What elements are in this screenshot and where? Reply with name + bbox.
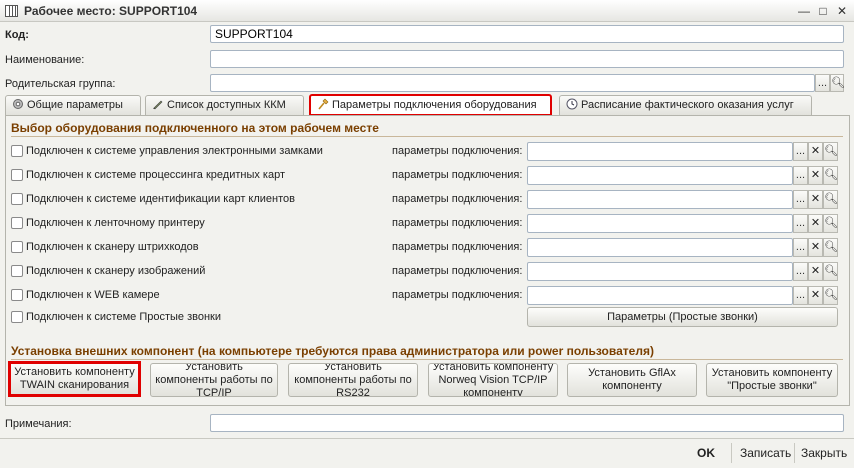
close-icon[interactable]: ✕ bbox=[834, 3, 850, 19]
code-field[interactable]: SUPPORT104 bbox=[210, 25, 844, 43]
equipment-checkbox[interactable] bbox=[11, 193, 23, 205]
close-button[interactable]: Закрыть bbox=[801, 446, 847, 460]
equipment-label: Подключен к WEB камере bbox=[26, 289, 160, 301]
notes-label: Примечания: bbox=[5, 418, 72, 430]
search-icon[interactable]: 🔍︎ bbox=[823, 238, 838, 257]
equipment-label: Подключен к ленточному принтеру bbox=[26, 217, 205, 229]
equipment-checkbox[interactable] bbox=[11, 217, 23, 229]
connection-params-field[interactable] bbox=[527, 238, 793, 257]
search-icon[interactable]: 🔍︎ bbox=[823, 262, 838, 281]
equipment-group-divider bbox=[11, 136, 843, 137]
install-simple-calls-button[interactable]: Установить компоненту "Простые звонки" bbox=[706, 363, 838, 397]
pen-icon bbox=[152, 98, 164, 110]
search-icon[interactable]: 🔍︎ bbox=[823, 166, 838, 185]
title-bar: Рабочее место: SUPPORT104 — □ ✕ bbox=[0, 0, 854, 22]
tab-services-schedule[interactable]: Расписание фактического оказания услуг bbox=[559, 95, 812, 115]
equipment-label: Подключен к системе Простые звонки bbox=[26, 311, 221, 323]
parent-group-field[interactable] bbox=[210, 74, 815, 92]
select-button[interactable]: ... bbox=[793, 262, 808, 281]
footer-separator bbox=[794, 443, 795, 463]
params-label: параметры подключения: bbox=[392, 289, 523, 301]
tab-equipment-params[interactable]: Параметры подключения оборудования bbox=[309, 94, 552, 116]
select-button[interactable]: ... bbox=[793, 142, 808, 161]
install-twain-button[interactable]: Установить компоненту TWAIN сканирования bbox=[8, 361, 141, 397]
gear-icon bbox=[12, 98, 24, 110]
footer-separator bbox=[731, 443, 732, 463]
params-label: параметры подключения: bbox=[392, 193, 523, 205]
clear-icon[interactable]: ✕ bbox=[808, 142, 823, 161]
clear-icon[interactable]: ✕ bbox=[808, 190, 823, 209]
tab-label: Список доступных ККМ bbox=[167, 99, 286, 111]
equipment-label: Подключен к сканеру штрихкодов bbox=[26, 241, 199, 253]
connection-params-field[interactable] bbox=[527, 286, 793, 305]
params-label: параметры подключения: bbox=[392, 265, 523, 277]
footer-divider bbox=[0, 438, 854, 439]
connection-params-field[interactable] bbox=[527, 166, 793, 185]
select-button[interactable]: ... bbox=[793, 190, 808, 209]
equipment-label: Подключен к системе управления электронн… bbox=[26, 145, 323, 157]
install-norweq-button[interactable]: Установить компоненту Norweq Vision TCP/… bbox=[428, 363, 558, 397]
tab-label: Расписание фактического оказания услуг bbox=[581, 99, 794, 111]
equipment-label: Подключен к системе идентификации карт к… bbox=[26, 193, 295, 205]
install-gflax-button[interactable]: Установить GflAx компоненту bbox=[567, 363, 697, 397]
equipment-checkbox[interactable] bbox=[11, 289, 23, 301]
clear-icon[interactable]: ✕ bbox=[808, 286, 823, 305]
equipment-checkbox[interactable] bbox=[11, 241, 23, 253]
plug-icon bbox=[317, 98, 329, 110]
clear-icon[interactable]: ✕ bbox=[808, 166, 823, 185]
equipment-checkbox[interactable] bbox=[11, 145, 23, 157]
tab-label: Общие параметры bbox=[27, 99, 123, 111]
parent-group-search-icon[interactable]: 🔍︎ bbox=[830, 74, 845, 92]
equipment-checkbox[interactable] bbox=[11, 311, 23, 323]
select-button[interactable]: ... bbox=[793, 238, 808, 257]
search-icon[interactable]: 🔍︎ bbox=[823, 142, 838, 161]
search-icon[interactable]: 🔍︎ bbox=[823, 190, 838, 209]
clock-icon bbox=[566, 98, 578, 110]
equipment-checkbox[interactable] bbox=[11, 169, 23, 181]
name-field[interactable] bbox=[210, 50, 844, 68]
equipment-checkbox[interactable] bbox=[11, 265, 23, 277]
select-button[interactable]: ... bbox=[793, 286, 808, 305]
parent-group-label: Родительская группа: bbox=[5, 78, 116, 90]
notes-field[interactable] bbox=[210, 414, 844, 432]
connection-params-field[interactable] bbox=[527, 190, 793, 209]
clear-icon[interactable]: ✕ bbox=[808, 238, 823, 257]
equipment-group-title: Выбор оборудования подключенного на этом… bbox=[11, 121, 379, 135]
params-label: параметры подключения: bbox=[392, 241, 523, 253]
form-icon bbox=[5, 5, 18, 17]
name-label: Наименование: bbox=[5, 54, 85, 66]
params-label: параметры подключения: bbox=[392, 145, 523, 157]
install-tcpip-button[interactable]: Установить компоненты работы по TCP/IP bbox=[150, 363, 278, 397]
select-button[interactable]: ... bbox=[793, 214, 808, 233]
install-rs232-button[interactable]: Установить компоненты работы по RS232 bbox=[288, 363, 418, 397]
clear-icon[interactable]: ✕ bbox=[808, 214, 823, 233]
equipment-label: Подключен к системе процессинга кредитны… bbox=[26, 169, 286, 181]
save-button[interactable]: Записать bbox=[740, 446, 791, 460]
components-group-title: Установка внешних компонент (на компьюте… bbox=[11, 344, 654, 358]
simple-calls-params-button[interactable]: Параметры (Простые звонки) bbox=[527, 307, 838, 327]
minimize-icon[interactable]: — bbox=[796, 3, 812, 19]
connection-params-field[interactable] bbox=[527, 214, 793, 233]
params-label: параметры подключения: bbox=[392, 169, 523, 181]
select-button[interactable]: ... bbox=[793, 166, 808, 185]
connection-params-field[interactable] bbox=[527, 142, 793, 161]
params-label: параметры подключения: bbox=[392, 217, 523, 229]
equipment-label: Подключен к сканеру изображений bbox=[26, 265, 206, 277]
maximize-icon[interactable]: □ bbox=[815, 3, 831, 19]
tab-kkm-list[interactable]: Список доступных ККМ bbox=[145, 95, 304, 115]
tab-general-params[interactable]: Общие параметры bbox=[5, 95, 141, 115]
clear-icon[interactable]: ✕ bbox=[808, 262, 823, 281]
parent-group-select-button[interactable]: ... bbox=[815, 74, 830, 92]
connection-params-field[interactable] bbox=[527, 262, 793, 281]
window-title: Рабочее место: SUPPORT104 bbox=[24, 4, 198, 18]
code-label: Код: bbox=[5, 29, 29, 41]
components-group-divider bbox=[11, 359, 843, 360]
search-icon[interactable]: 🔍︎ bbox=[823, 214, 838, 233]
tab-label: Параметры подключения оборудования bbox=[332, 99, 537, 111]
search-icon[interactable]: 🔍︎ bbox=[823, 286, 838, 305]
ok-button[interactable]: OK bbox=[697, 446, 715, 460]
